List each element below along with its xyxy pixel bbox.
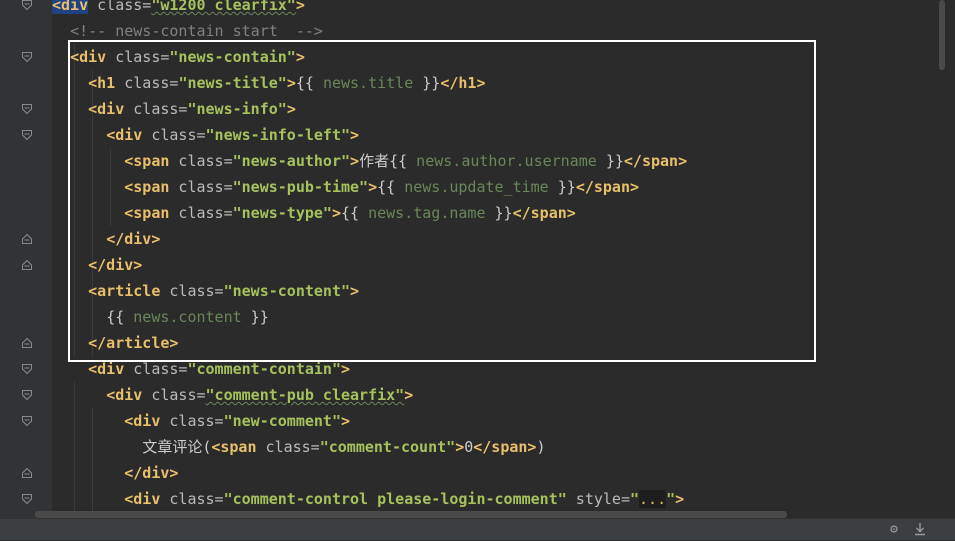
status-bar: ⚙ (0, 518, 955, 540)
fold-close-icon[interactable] (21, 259, 33, 271)
fold-open-icon[interactable] (21, 363, 33, 375)
code-token: 0 (464, 438, 474, 456)
code-token: " (629, 490, 640, 508)
code-token: class= (256, 438, 320, 456)
fold-close-icon[interactable] (21, 467, 33, 479)
selection-highlight-box (68, 40, 816, 362)
code-token: > (675, 490, 685, 508)
code-token: <div (106, 386, 143, 404)
fold-open-icon[interactable] (21, 129, 33, 141)
code-token: class= (124, 360, 188, 378)
code-token: "comment-pub clearfix" (205, 386, 405, 404)
code-token: <div (124, 412, 161, 430)
code-token: style= (566, 490, 630, 508)
fold-close-icon[interactable] (21, 337, 33, 349)
code-token: <div (52, 0, 89, 14)
code-token: <div (88, 360, 125, 378)
code-token: class= (160, 412, 224, 430)
fold-open-icon[interactable] (21, 493, 33, 505)
code-token: > (341, 412, 351, 430)
code-token: ... (639, 490, 667, 508)
code-token: > (404, 386, 414, 404)
code-token: </div> (124, 464, 179, 482)
fold-open-icon[interactable] (21, 103, 33, 115)
fold-close-icon[interactable] (21, 233, 33, 245)
code-token: " (666, 490, 676, 508)
code-token: 文章评论( (142, 438, 212, 456)
code-token: ) (536, 438, 546, 456)
code-token: "comment-control please-login-comment" (223, 490, 567, 508)
code-line[interactable]: <div class="comment-control please-login… (52, 486, 684, 512)
code-token: <!-- news-contain start --> (70, 22, 323, 40)
vertical-scrollbar[interactable] (930, 0, 955, 518)
code-token: "comment-count" (319, 438, 456, 456)
horizontal-scrollbar[interactable] (35, 511, 787, 518)
fold-open-icon[interactable] (21, 415, 33, 427)
code-line[interactable]: 文章评论(<span class="comment-count">0</span… (52, 434, 546, 460)
code-token: > (295, 0, 305, 14)
code-token: </span> (473, 438, 537, 456)
code-token: class= (142, 386, 206, 404)
code-editor[interactable]: <div class="w1200 clearfix"> <!-- news-c… (0, 0, 930, 518)
code-token: class= (160, 490, 224, 508)
code-token: "new-comment" (223, 412, 341, 430)
fold-open-icon[interactable] (21, 389, 33, 401)
code-line[interactable]: <div class="w1200 clearfix"> (52, 0, 305, 18)
code-token: class= (88, 0, 152, 14)
code-line[interactable]: <div class="new-comment"> (52, 408, 350, 434)
fold-open-icon[interactable] (21, 0, 33, 11)
gear-icon[interactable]: ⚙ (886, 522, 902, 538)
code-token: <span (211, 438, 257, 456)
fold-open-icon[interactable] (21, 51, 33, 63)
code-line[interactable]: <div class="comment-pub clearfix"> (52, 382, 413, 408)
vertical-scrollbar-thumb[interactable] (939, 0, 945, 70)
code-token: "w1200 clearfix" (151, 0, 296, 14)
code-token: > (341, 360, 351, 378)
code-token: <div (124, 490, 161, 508)
code-token: "comment-contain" (187, 360, 341, 378)
code-line[interactable]: </div> (52, 460, 178, 486)
download-icon[interactable] (912, 522, 928, 538)
code-token: > (455, 438, 465, 456)
